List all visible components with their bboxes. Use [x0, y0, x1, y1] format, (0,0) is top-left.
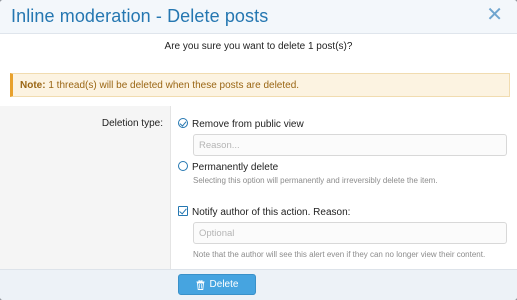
dialog-header: Inline moderation - Delete posts ✕: [0, 0, 517, 34]
delete-posts-dialog: Inline moderation - Delete posts ✕ Are y…: [0, 0, 517, 300]
trash-icon: [196, 279, 205, 290]
reason-input[interactable]: [193, 134, 507, 156]
deletion-type-label: Deletion type:: [101, 118, 163, 129]
radio-checked-icon[interactable]: [178, 118, 188, 128]
notify-hint: Note that the author will see this alert…: [193, 250, 486, 259]
notify-author-option[interactable]: Notify author of this action. Reason:: [178, 206, 350, 218]
delete-button-label: Delete: [209, 279, 239, 290]
dialog-footer: Delete: [0, 269, 517, 300]
deletion-form: Deletion type: Remove from public view P…: [0, 106, 517, 269]
notify-reason-input[interactable]: [193, 222, 507, 244]
notify-author-label: Notify author of this action. Reason:: [192, 207, 351, 218]
notice-text: 1 thread(s) will be deleted when these p…: [45, 80, 300, 91]
delete-button[interactable]: Delete: [178, 274, 256, 295]
dialog-title: Inline moderation - Delete posts: [11, 6, 269, 26]
option-permanently-delete[interactable]: Permanently delete: [178, 161, 278, 173]
notice-banner: Note: 1 thread(s) will be deleted when t…: [10, 73, 510, 97]
option-remove-from-public[interactable]: Remove from public view: [178, 118, 304, 130]
radio-icon[interactable]: [178, 161, 188, 171]
form-label-column: Deletion type:: [0, 106, 171, 269]
notice-label: Note:: [20, 80, 46, 91]
permanent-delete-hint: Selecting this option will permanently a…: [193, 176, 438, 185]
option-permanent-label: Permanently delete: [192, 162, 279, 173]
option-remove-label: Remove from public view: [192, 119, 304, 130]
checkbox-checked-icon[interactable]: [178, 206, 188, 216]
close-icon[interactable]: ✕: [486, 4, 503, 26]
confirm-question: Are you sure you want to delete 1 post(s…: [164, 41, 353, 52]
